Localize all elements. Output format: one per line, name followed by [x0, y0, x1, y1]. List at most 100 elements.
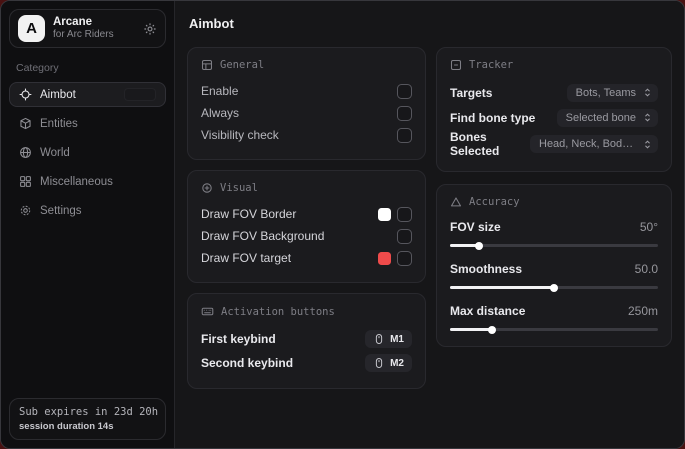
globe-icon	[19, 146, 32, 159]
smoothness-slider[interactable]	[450, 286, 658, 289]
targets-select[interactable]: Bots, Teams	[567, 84, 658, 102]
sidebar: A Arcane for Arc Riders Category	[1, 1, 175, 448]
fov-size-slider[interactable]	[450, 244, 658, 247]
slider-thumb[interactable]	[550, 284, 558, 292]
panel-visual: Visual Draw FOV Border Draw FOV Backgrou…	[187, 170, 426, 283]
app-window: A Arcane for Arc Riders Category	[0, 0, 685, 449]
session-duration-text: session duration 14s	[19, 421, 156, 432]
page-title: Aimbot	[189, 16, 672, 31]
gear-icon	[19, 204, 32, 217]
setting-label: Draw FOV target	[201, 251, 291, 265]
slider-value: 250m	[628, 304, 658, 318]
setting-label: Smoothness	[450, 262, 522, 276]
setting-row-fov-border: Draw FOV Border	[201, 203, 412, 225]
sidebar-item-label: World	[40, 147, 70, 159]
setting-label: Draw FOV Background	[201, 229, 324, 243]
main-content: Aimbot General	[175, 1, 684, 448]
keybind-value: M2	[390, 358, 404, 369]
sidebar-item-label: Miscellaneous	[40, 176, 113, 188]
enable-checkbox[interactable]	[397, 84, 412, 99]
mouse-icon	[373, 333, 385, 345]
setting-label: Always	[201, 106, 239, 120]
accuracy-icon	[450, 196, 462, 208]
panel-header-label: Tracker	[469, 59, 513, 71]
panel-accuracy: Accuracy FOV size 50°	[436, 184, 672, 347]
setting-row-targets: Targets Bots, Teams	[450, 80, 658, 105]
setting-label: Draw FOV Border	[201, 207, 296, 221]
setting-row-max-distance: Max distance 250m	[450, 301, 658, 331]
sidebar-item-label: Aimbot	[40, 89, 76, 101]
setting-label: Visibility check	[201, 128, 279, 142]
fov-border-color-swatch[interactable]	[378, 208, 391, 221]
setting-label: Second keybind	[201, 356, 293, 370]
slider-value: 50.0	[635, 262, 658, 276]
visual-icon	[201, 182, 213, 194]
slider-thumb[interactable]	[488, 326, 496, 334]
unfold-icon	[642, 112, 653, 123]
subscription-card: Sub expires in 23d 20h session duration …	[9, 398, 166, 440]
select-value: Bots, Teams	[576, 87, 636, 99]
setting-row-bones-selected: Bones Selected Head, Neck, Body, Fe...	[450, 130, 658, 158]
fov-border-checkbox[interactable]	[397, 207, 412, 222]
setting-row-fov-target: Draw FOV target	[201, 247, 412, 269]
first-keybind-button[interactable]: M1	[365, 330, 412, 348]
setting-row-enable: Enable	[201, 80, 412, 102]
sidebar-nav: Aimbot Entities	[9, 82, 166, 223]
crosshair-icon	[19, 88, 32, 101]
sidebar-item-entities[interactable]: Entities	[9, 111, 166, 136]
panel-general: General Enable Always Visibility check	[187, 47, 426, 160]
max-distance-slider[interactable]	[450, 328, 658, 331]
sidebar-item-label: Entities	[40, 118, 78, 130]
panel-header-label: Visual	[220, 182, 258, 194]
keybind-value: M1	[390, 334, 404, 345]
visibility-check-checkbox[interactable]	[397, 128, 412, 143]
app-subtitle: for Arc Riders	[53, 29, 135, 41]
setting-label: FOV size	[450, 220, 501, 234]
setting-label: Targets	[450, 86, 492, 100]
aimbot-keybind-hint	[124, 88, 156, 101]
setting-row-find-bone-type: Find bone type Selected bone	[450, 105, 658, 130]
setting-label: Enable	[201, 84, 238, 98]
setting-row-always: Always	[201, 102, 412, 124]
second-keybind-button[interactable]: M2	[365, 354, 412, 372]
sidebar-item-miscellaneous[interactable]: Miscellaneous	[9, 169, 166, 194]
setting-label: Bones Selected	[450, 130, 530, 158]
panel-header-label: Accuracy	[469, 196, 520, 208]
panel-activation-buttons: Activation buttons First keybind	[187, 293, 426, 389]
setting-row-visibility-check: Visibility check	[201, 124, 412, 146]
find-bone-type-select[interactable]: Selected bone	[557, 109, 658, 127]
sidebar-item-label: Settings	[40, 205, 82, 217]
select-value: Selected bone	[566, 112, 636, 124]
always-checkbox[interactable]	[397, 106, 412, 121]
bones-selected-select[interactable]: Head, Neck, Body, Fe...	[530, 135, 658, 153]
fov-target-color-swatch[interactable]	[378, 252, 391, 265]
app-header-card: A Arcane for Arc Riders	[9, 9, 166, 48]
mouse-icon	[373, 357, 385, 369]
unfold-icon	[642, 87, 653, 98]
setting-row-second-keybind: Second keybind M2	[201, 351, 412, 375]
general-icon	[201, 59, 213, 71]
panel-header-label: General	[220, 59, 264, 71]
tracker-icon	[450, 59, 462, 71]
slider-value: 50°	[640, 220, 658, 234]
app-logo: A	[18, 15, 45, 42]
setting-label: First keybind	[201, 332, 276, 346]
setting-row-smoothness: Smoothness 50.0	[450, 259, 658, 289]
sidebar-item-settings[interactable]: Settings	[9, 198, 166, 223]
sidebar-item-world[interactable]: World	[9, 140, 166, 165]
app-meta: Arcane for Arc Riders	[53, 16, 135, 41]
entities-icon	[19, 117, 32, 130]
setting-row-fov-background: Draw FOV Background	[201, 225, 412, 247]
settings-gear-icon[interactable]	[143, 22, 157, 36]
grid-icon	[19, 175, 32, 188]
setting-row-fov-size: FOV size 50°	[450, 217, 658, 247]
select-value: Head, Neck, Body, Fe...	[539, 138, 636, 150]
keyboard-icon	[201, 305, 214, 318]
app-name: Arcane	[53, 16, 135, 29]
fov-target-checkbox[interactable]	[397, 251, 412, 266]
setting-row-first-keybind: First keybind M1	[201, 327, 412, 351]
panel-tracker: Tracker Targets Bots, Teams	[436, 47, 672, 172]
slider-thumb[interactable]	[475, 242, 483, 250]
fov-background-checkbox[interactable]	[397, 229, 412, 244]
sidebar-item-aimbot[interactable]: Aimbot	[9, 82, 166, 107]
